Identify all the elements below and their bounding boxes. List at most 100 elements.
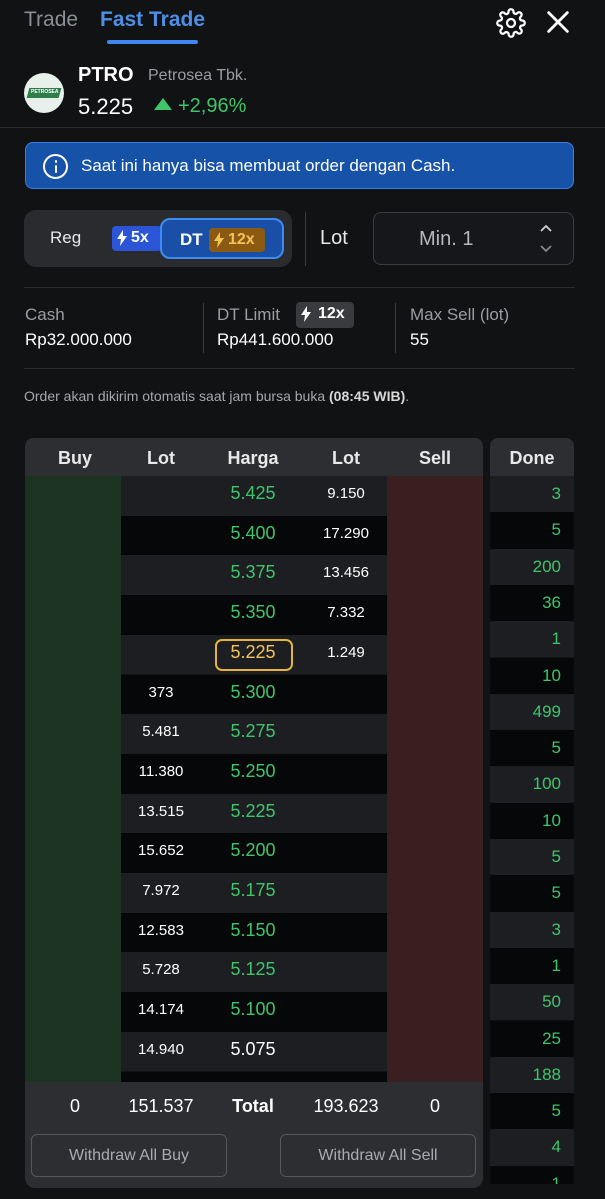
orderbook-row[interactable]: 11.380 5.250 bbox=[121, 753, 387, 794]
total-buy-lot: 151.537 bbox=[128, 1096, 194, 1116]
total-buy: 0 bbox=[69, 1096, 80, 1116]
active-tab-indicator bbox=[107, 40, 198, 44]
orderbook-row[interactable]: 5.375 13.456 bbox=[121, 555, 387, 596]
done-value: 50 bbox=[542, 992, 561, 1012]
tab-trade[interactable]: Trade bbox=[24, 8, 78, 32]
withdraw-all-buy-button[interactable]: Withdraw All Buy bbox=[31, 1134, 227, 1177]
orderbook-row[interactable]: 15.652 5.200 bbox=[121, 833, 387, 873]
buy-lot-cell[interactable]: 13.515 bbox=[121, 803, 201, 820]
trade-mode-selector: Reg 5x DT 12x bbox=[24, 210, 292, 267]
stock-ticker: PTRO bbox=[78, 64, 134, 86]
done-row: 5 bbox=[490, 875, 574, 912]
sell-lot-cell[interactable]: 17.290 bbox=[305, 525, 387, 542]
orderbook-row[interactable]: 14.940 5.075 bbox=[121, 1031, 387, 1072]
reg-leverage-badge: 5x bbox=[112, 226, 162, 251]
sell-lot-cell[interactable]: 13.456 bbox=[305, 564, 387, 581]
buy-lot-cell[interactable]: 5.728 bbox=[121, 961, 201, 978]
done-value: 5 bbox=[551, 1101, 561, 1121]
price-cell[interactable]: 5.400 bbox=[201, 523, 305, 544]
col-sell: Sell bbox=[418, 448, 452, 468]
buy-lot-cell[interactable]: 7.972 bbox=[121, 882, 201, 899]
chevron-down-icon[interactable] bbox=[539, 244, 553, 254]
price-cell[interactable]: 5.375 bbox=[201, 562, 305, 583]
price-cell[interactable]: 5.125 bbox=[201, 959, 305, 980]
price-cell[interactable]: 5.150 bbox=[201, 920, 305, 941]
price-cell[interactable]: 5.425 bbox=[201, 483, 305, 504]
buy-lot-cell[interactable]: 14.174 bbox=[121, 1001, 201, 1018]
price-cell[interactable]: 5.250 bbox=[201, 761, 305, 782]
done-value: 200 bbox=[532, 556, 561, 576]
orderbook-row[interactable]: 5.481 5.275 bbox=[121, 714, 387, 754]
orderbook-row[interactable]: 13.515 5.225 bbox=[121, 793, 387, 834]
cash-value: Rp32.000.000 bbox=[25, 330, 132, 349]
done-value: 5 bbox=[551, 738, 561, 758]
chevron-up-icon[interactable] bbox=[539, 223, 553, 233]
orderbook-row[interactable]: 373 5.300 bbox=[121, 674, 387, 715]
tab-fast-trade[interactable]: Fast Trade bbox=[100, 8, 205, 32]
lot-stepper[interactable]: Min. 1 bbox=[373, 212, 574, 265]
orderbook-row[interactable]: 5.400 17.290 bbox=[121, 515, 387, 556]
withdraw-all-sell-button[interactable]: Withdraw All Sell bbox=[280, 1134, 476, 1177]
dt-limit-label: DT Limit bbox=[217, 305, 280, 324]
mode-dt-button[interactable]: DT 12x bbox=[160, 218, 284, 259]
done-row: 499 bbox=[490, 693, 574, 731]
divider bbox=[305, 212, 306, 266]
gear-icon[interactable] bbox=[496, 8, 526, 38]
divider bbox=[24, 368, 575, 369]
mode-dt-label: DT bbox=[180, 230, 203, 249]
orderbook-row[interactable]: 14.174 5.100 bbox=[121, 992, 387, 1032]
done-row: 188 bbox=[490, 1056, 574, 1094]
mode-reg-button[interactable]: Reg bbox=[50, 228, 81, 248]
done-row: 1 bbox=[490, 621, 574, 658]
sell-lot-cell[interactable]: 9.150 bbox=[305, 485, 387, 502]
buy-lot-cell[interactable]: 373 bbox=[121, 684, 201, 701]
orderbook-row[interactable]: 6.6165.050 bbox=[121, 1071, 387, 1082]
price-cell[interactable]: 5.200 bbox=[201, 840, 305, 861]
price-cell[interactable]: 5.275 bbox=[201, 721, 305, 742]
price-cell[interactable]: 5.225 bbox=[201, 801, 305, 822]
done-value: 10 bbox=[542, 810, 561, 830]
price-cell[interactable]: 5.225 bbox=[201, 642, 305, 663]
price-cell[interactable]: 5.075 bbox=[201, 1039, 305, 1060]
price-cell[interactable]: 5.100 bbox=[201, 999, 305, 1020]
col-price: Harga bbox=[227, 448, 279, 468]
orderbook-row[interactable]: 12.583 5.150 bbox=[121, 912, 387, 953]
sell-column-area[interactable] bbox=[387, 476, 483, 1082]
done-value: 188 bbox=[532, 1064, 561, 1084]
done-row: 36 bbox=[490, 584, 574, 622]
price-cell[interactable]: 5.350 bbox=[201, 602, 305, 623]
orderbook-row[interactable]: 5.425 9.150 bbox=[121, 476, 387, 516]
buy-lot-cell[interactable]: 5.481 bbox=[121, 723, 201, 740]
price-cell[interactable]: 5.175 bbox=[201, 880, 305, 901]
company-name: Petrosea Tbk. bbox=[148, 67, 248, 84]
done-value: 25 bbox=[542, 1028, 561, 1048]
buy-lot-cell[interactable]: 15.652 bbox=[121, 842, 201, 859]
buy-lot-cell[interactable]: 11.380 bbox=[121, 763, 201, 780]
close-icon[interactable] bbox=[544, 8, 572, 36]
lot-label: Lot bbox=[320, 227, 348, 249]
dt-limit-value: Rp441.600.000 bbox=[217, 330, 334, 349]
lot-input[interactable]: Min. 1 bbox=[419, 228, 473, 251]
sell-lot-cell[interactable]: 1.249 bbox=[305, 644, 387, 661]
done-value: 5 bbox=[551, 520, 561, 540]
orderbook-header: Buy Lot Harga Lot Sell bbox=[25, 438, 483, 476]
orderbook-row[interactable]: 7.972 5.175 bbox=[121, 873, 387, 913]
orderbook-row[interactable]: 5.225 1.249 bbox=[121, 634, 387, 675]
price-change: +2,96% bbox=[154, 95, 246, 118]
sell-lot-cell[interactable]: 7.332 bbox=[305, 604, 387, 621]
done-row: 1 bbox=[490, 947, 574, 985]
orderbook-row[interactable]: 5.728 5.125 bbox=[121, 952, 387, 993]
total-sell-lot: 193.623 bbox=[313, 1096, 379, 1116]
price-cell[interactable]: 5.300 bbox=[201, 682, 305, 703]
done-row: 4 bbox=[490, 1129, 574, 1166]
info-banner-text: Saat ini hanya bisa membuat order dengan… bbox=[81, 156, 456, 175]
orderbook-row[interactable]: 5.350 7.332 bbox=[121, 595, 387, 635]
buy-lot-cell[interactable]: 14.940 bbox=[121, 1041, 201, 1058]
done-value: 10 bbox=[542, 665, 561, 685]
done-row: 3 bbox=[490, 476, 574, 513]
buy-column-area[interactable] bbox=[25, 476, 121, 1082]
buy-lot-cell[interactable]: 12.583 bbox=[121, 922, 201, 939]
done-value: 3 bbox=[551, 919, 561, 939]
lightning-icon bbox=[301, 306, 311, 322]
done-header: Done bbox=[490, 438, 574, 476]
